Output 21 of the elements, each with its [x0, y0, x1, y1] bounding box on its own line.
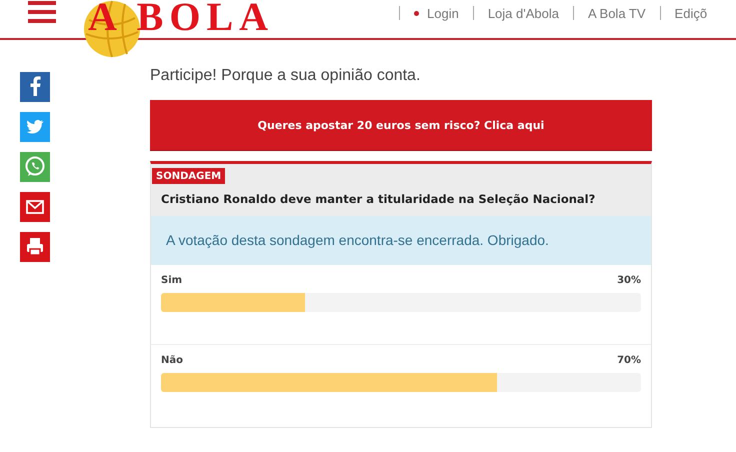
menu-button[interactable] — [28, 1, 56, 23]
share-button[interactable] — [20, 72, 50, 102]
nav-link[interactable]: Loja d'Abola — [488, 6, 559, 20]
closed-notice: A votação desta sondagem encontra-se encerrada. Obrigado. — [151, 216, 651, 265]
share-button[interactable] — [20, 232, 50, 262]
nav-link[interactable]: Ediçõ — [674, 6, 708, 20]
poll-question: Cristiano Ronaldo deve manter a titularidade na Seleção Nacional? — [160, 191, 596, 206]
logo[interactable]: A BOLA — [88, 0, 274, 34]
poll-tag: SONDAGEM — [152, 168, 226, 184]
share-button[interactable] — [20, 192, 50, 222]
option-percent: 30% — [617, 275, 641, 286]
promo-banner[interactable]: Queres apostar 20 euros sem risco? Clica aqui — [150, 100, 652, 151]
nav-link[interactable]: A Bola TV — [588, 6, 646, 20]
intro-text: Participe! Porque a sua opinião conta. — [150, 66, 422, 86]
option-label: Sim — [161, 275, 182, 286]
option-percent: 70% — [617, 355, 641, 366]
share-button[interactable] — [20, 152, 50, 182]
menu-icon — [28, 1, 56, 23]
option-label: Não — [161, 355, 183, 366]
nav-link[interactable]: Login — [414, 6, 459, 20]
share-button[interactable] — [20, 112, 50, 142]
